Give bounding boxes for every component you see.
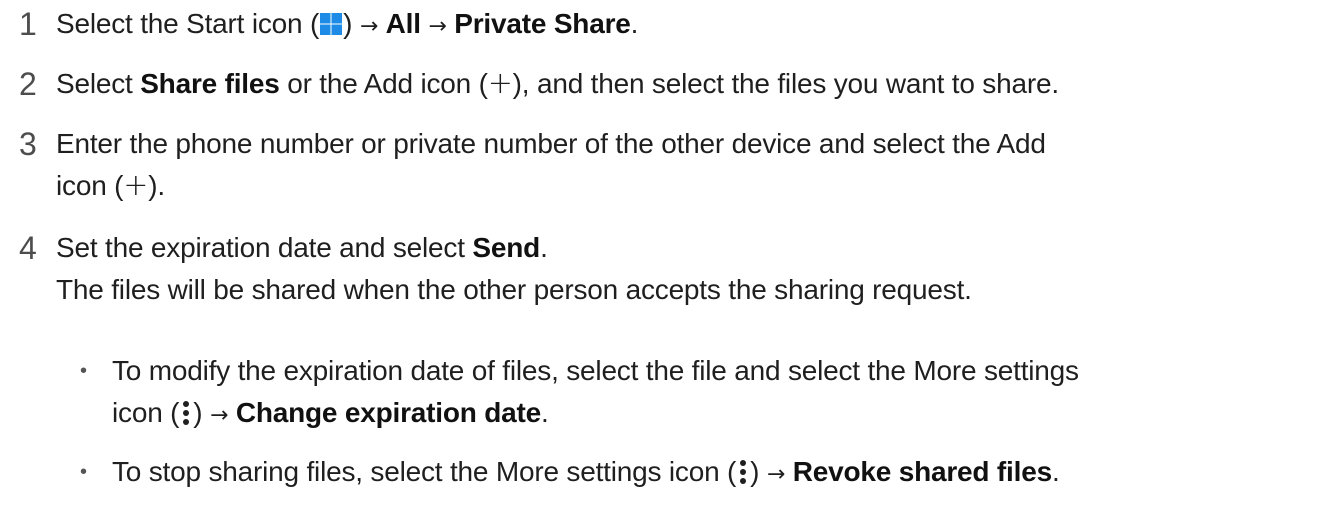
step-number: 1 (19, 6, 37, 42)
menu-path-all: All (385, 8, 421, 39)
step-text-part: Select (56, 68, 141, 99)
send-label: Send (472, 232, 541, 263)
arrow-icon: → (766, 462, 786, 487)
step-number: 2 (19, 66, 37, 102)
bullet-text: To stop sharing files, select the More s… (112, 451, 1309, 496)
step-text-part: Set the expiration date and select (56, 232, 473, 263)
more-settings-icon (183, 400, 190, 425)
more-settings-icon (740, 459, 747, 484)
arrow-icon: → (210, 403, 229, 428)
step-text-part: ). (148, 170, 165, 201)
step-text-part: Select the Start icon ( (56, 8, 320, 39)
revoke-shared-files-label: Revoke shared files (792, 456, 1052, 487)
step-text-line: icon (+). (56, 165, 1309, 207)
bullet-marker: • (80, 360, 88, 382)
menu-path-private-share: Private Share (454, 8, 631, 39)
step-text: Enter the phone number or private number… (56, 123, 1309, 207)
change-expiration-date-label: Change expiration date (235, 397, 542, 428)
share-files-label: Share files (140, 68, 280, 99)
bullet-text-part: . (1051, 456, 1060, 487)
bullet-text-part: . (541, 397, 549, 428)
windows-start-icon (320, 12, 343, 35)
arrow-icon: → (359, 14, 379, 39)
add-icon: + (123, 168, 149, 203)
instructions-page: 1 Select the Start icon () → All → Priva… (0, 0, 1329, 506)
step-number: 4 (19, 230, 37, 266)
step-text-part: or the Add icon ( (279, 68, 488, 99)
bullet-text: To modify the expiration date of files, … (112, 350, 1309, 437)
arrow-icon: → (428, 14, 447, 39)
step-text-part: ), and then select the files you want to… (512, 68, 1059, 99)
bullet-marker: • (80, 461, 88, 483)
step-text-line: Enter the phone number or private number… (56, 128, 1046, 159)
step-text-part: . (540, 232, 548, 263)
step-text-part: icon ( (56, 170, 124, 201)
bullet-text-part: To stop sharing files, select the More s… (112, 456, 737, 487)
bullet-text-part: icon ( (112, 397, 180, 428)
bullet-text-line: icon () → Change expiration date. (112, 392, 1309, 437)
bullet-text-part: ) (193, 397, 210, 428)
step-number: 3 (19, 126, 37, 162)
step-note: The files will be shared when the other … (56, 274, 972, 305)
step-text: Select Share files or the Add icon (+), … (56, 63, 1309, 105)
step-text-line: Set the expiration date and select Send. (56, 227, 1309, 269)
step-text: Set the expiration date and select Send.… (56, 227, 1309, 311)
add-icon: + (487, 66, 513, 101)
step-text-part: . (630, 8, 639, 39)
bullet-text-line: To modify the expiration date of files, … (112, 355, 1079, 386)
step-text-part: ) (343, 8, 360, 39)
step-text: Select the Start icon () → All → Private… (56, 3, 1309, 48)
bullet-text-part: ) (750, 456, 767, 487)
